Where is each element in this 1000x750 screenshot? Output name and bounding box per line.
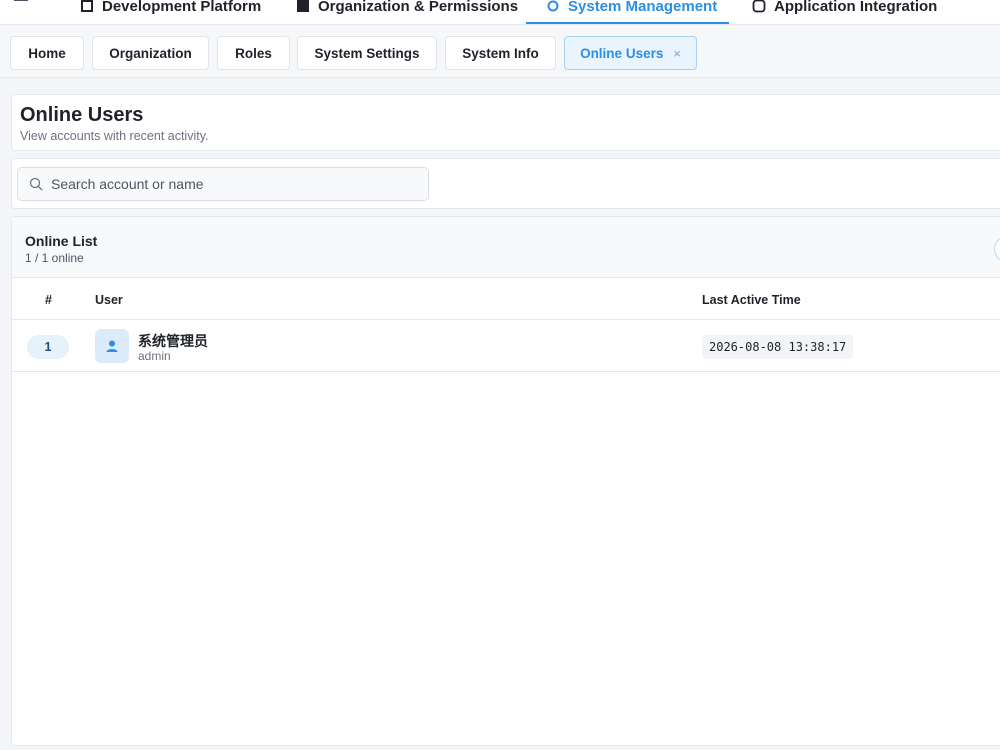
- user-icon: [106, 340, 118, 352]
- search-input[interactable]: [51, 176, 411, 192]
- tab-label: Online Users: [580, 45, 664, 61]
- page-header: Online Users View accounts with recent a…: [11, 94, 1000, 151]
- list-title: Online List: [25, 233, 98, 249]
- page-title: Online Users: [20, 104, 144, 126]
- tab-online-users[interactable]: Online Users ×: [564, 36, 697, 70]
- gear-icon: [547, 0, 559, 12]
- search-icon: [29, 177, 43, 191]
- column-header-user: User: [95, 293, 123, 307]
- tab-label: Home: [28, 45, 66, 61]
- user-name: 系统管理员: [138, 333, 208, 349]
- nav-tab-application-integration[interactable]: Application Integration: [752, 0, 937, 24]
- org-icon: [297, 0, 309, 12]
- tab-label: Organization: [109, 45, 192, 61]
- page-tabs-bar: Home Organization Roles System Settings …: [0, 26, 1000, 78]
- online-list-panel: Online List 1 / 1 online # User Last Act…: [11, 216, 1000, 746]
- nav-tab-label: Application Integration: [774, 0, 938, 15]
- row-index-badge: 1: [27, 335, 69, 359]
- tab-label: Roles: [235, 45, 272, 61]
- tab-system-info[interactable]: System Info: [445, 36, 556, 70]
- column-header-last-active: Last Active Time: [702, 293, 801, 307]
- search-panel: [11, 158, 1000, 209]
- search-box[interactable]: [17, 167, 429, 201]
- tab-label: System Settings: [314, 45, 420, 61]
- active-nav-indicator: [526, 22, 729, 24]
- avatar: [95, 329, 129, 363]
- tab-system-settings[interactable]: System Settings: [297, 36, 437, 70]
- last-active-time: 2026-08-08 13:38:17: [702, 335, 854, 359]
- page-subtitle: View accounts with recent activity.: [20, 129, 209, 143]
- nav-tab-label: System Management: [568, 0, 718, 15]
- plug-icon: [752, 0, 766, 13]
- box-icon: [81, 0, 93, 12]
- menu-icon[interactable]: [14, 0, 28, 5]
- top-navigation: Development Platform Organization & Perm…: [0, 0, 1000, 25]
- nav-tab-development-platform[interactable]: Development Platform: [80, 0, 261, 24]
- tab-home[interactable]: Home: [10, 36, 84, 70]
- tab-organization[interactable]: Organization: [92, 36, 209, 70]
- tab-label: System Info: [462, 45, 539, 61]
- close-icon[interactable]: ×: [673, 47, 681, 60]
- nav-tab-system-management[interactable]: System Management: [546, 0, 717, 24]
- list-header: Online List 1 / 1 online: [12, 217, 1000, 278]
- refresh-button[interactable]: [994, 236, 1000, 262]
- online-count: 1 / 1 online: [25, 251, 84, 265]
- nav-tab-organization-permissions[interactable]: Organization & Permissions: [296, 0, 518, 24]
- nav-tab-label: Development Platform: [102, 0, 262, 15]
- user-account: admin: [138, 349, 171, 363]
- nav-tab-label: Organization & Permissions: [318, 0, 519, 15]
- table-header: # User Last Active Time: [12, 279, 1000, 320]
- column-header-index: #: [45, 293, 52, 307]
- table-row[interactable]: 1 系统管理员 admin 2026-08-08 13:38:17: [12, 321, 1000, 372]
- tab-roles[interactable]: Roles: [217, 36, 290, 70]
